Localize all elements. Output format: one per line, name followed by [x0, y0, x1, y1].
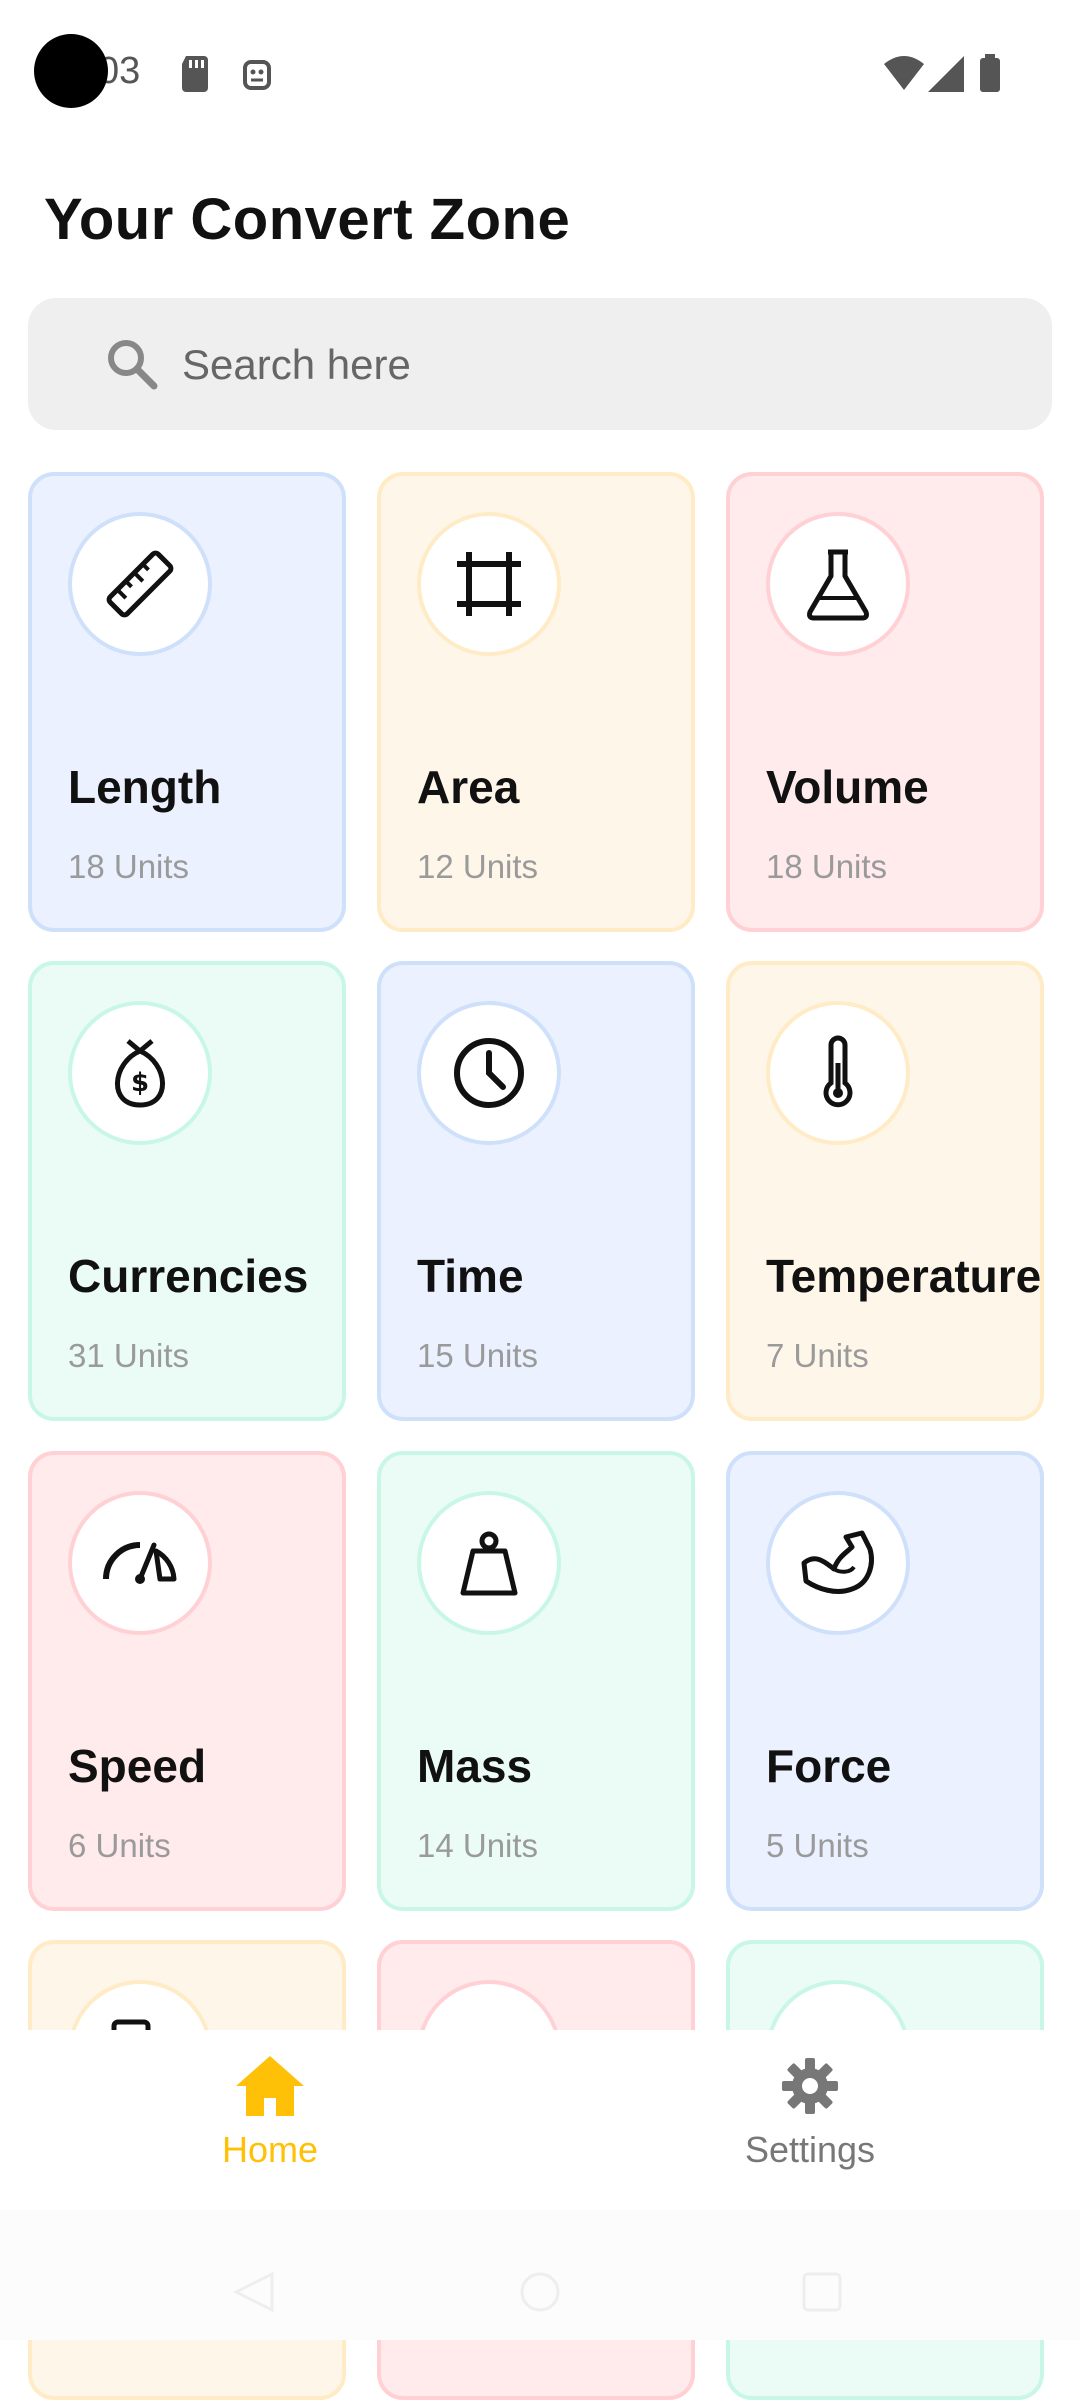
- category-icon-circle: [766, 1491, 910, 1635]
- category-units: 31 Units: [68, 1337, 190, 1374]
- category-card-time[interactable]: Time 15 Units: [377, 961, 695, 1421]
- category-name: Time: [417, 1250, 524, 1302]
- category-card-force[interactable]: Force 5 Units: [726, 1451, 1044, 1911]
- ruler-icon: [106, 550, 174, 618]
- camera-cutout: [34, 34, 108, 108]
- category-units: 18 Units: [68, 848, 190, 885]
- category-card-currencies[interactable]: $ Currencies 31 Units: [28, 961, 346, 1421]
- category-units: 5 Units: [766, 1827, 869, 1864]
- android-debug-icon: [243, 60, 271, 90]
- category-icon-circle: [766, 1001, 910, 1145]
- clock-icon: [454, 1038, 524, 1108]
- thermometer-icon: [823, 1035, 853, 1108]
- search-bar[interactable]: [28, 298, 1052, 430]
- category-card-mass[interactable]: Mass 14 Units: [377, 1451, 695, 1911]
- nav-home[interactable]: Home: [120, 2054, 420, 2171]
- signal-icon: [928, 56, 964, 92]
- category-icon-circle: [68, 1491, 212, 1635]
- category-icon-circle: [766, 512, 910, 656]
- bottom-navigation: Home Settings: [0, 2030, 1080, 2210]
- category-units: 14 Units: [417, 1827, 539, 1864]
- back-icon[interactable]: [232, 2270, 276, 2314]
- svg-text:$: $: [131, 1068, 149, 1098]
- category-card-volume[interactable]: Volume 18 Units: [726, 472, 1044, 932]
- sd-card-icon: [182, 56, 208, 92]
- wifi-icon: [884, 56, 924, 90]
- category-icon-circle: [417, 512, 561, 656]
- category-units: 6 Units: [68, 1827, 171, 1864]
- category-units: 18 Units: [766, 848, 888, 885]
- battery-icon: [980, 54, 1000, 92]
- crop-icon: [457, 552, 521, 616]
- category-card-length[interactable]: Length 18 Units: [28, 472, 346, 932]
- category-name: Area: [417, 761, 520, 813]
- category-units: 15 Units: [417, 1337, 539, 1374]
- category-icon-circle: [417, 1001, 561, 1145]
- category-units: 12 Units: [417, 848, 539, 885]
- category-icon-circle: [417, 1491, 561, 1635]
- search-input[interactable]: [180, 328, 1004, 402]
- flask-icon: [807, 549, 869, 621]
- nav-settings-label: Settings: [744, 2129, 876, 2170]
- category-units: 7 Units: [766, 1337, 869, 1374]
- weight-icon: [460, 1531, 518, 1596]
- search-icon: [108, 340, 158, 390]
- system-navigation-bar: [0, 2210, 1080, 2340]
- category-card-speed[interactable]: Speed 6 Units: [28, 1451, 346, 1911]
- nav-settings[interactable]: Settings: [660, 2054, 960, 2171]
- muscle-icon: [801, 1530, 874, 1594]
- category-name: Temperature: [766, 1250, 1042, 1302]
- category-name: Length: [68, 761, 222, 813]
- category-card-temperature[interactable]: Temperature 7 Units: [726, 961, 1044, 1421]
- home-nav-icon[interactable]: [518, 2270, 562, 2314]
- home-icon: [236, 2056, 304, 2116]
- category-name: Speed: [68, 1740, 207, 1792]
- category-name: Mass: [417, 1740, 533, 1792]
- category-name: Currencies: [68, 1250, 309, 1302]
- category-name: Volume: [766, 761, 929, 813]
- category-icon-circle: $: [68, 1001, 212, 1145]
- category-card-area[interactable]: Area 12 Units: [377, 472, 695, 932]
- category-name: Force: [766, 1740, 892, 1792]
- money-bag-icon: $: [115, 1039, 165, 1108]
- page-title: Your Convert Zone: [44, 187, 571, 252]
- recents-icon[interactable]: [800, 2270, 844, 2314]
- category-icon-circle: [68, 512, 212, 656]
- speedometer-icon: [103, 1542, 177, 1584]
- gear-icon: [782, 2058, 838, 2114]
- status-bar: 03: [0, 0, 1080, 150]
- nav-home-label: Home: [221, 2129, 319, 2170]
